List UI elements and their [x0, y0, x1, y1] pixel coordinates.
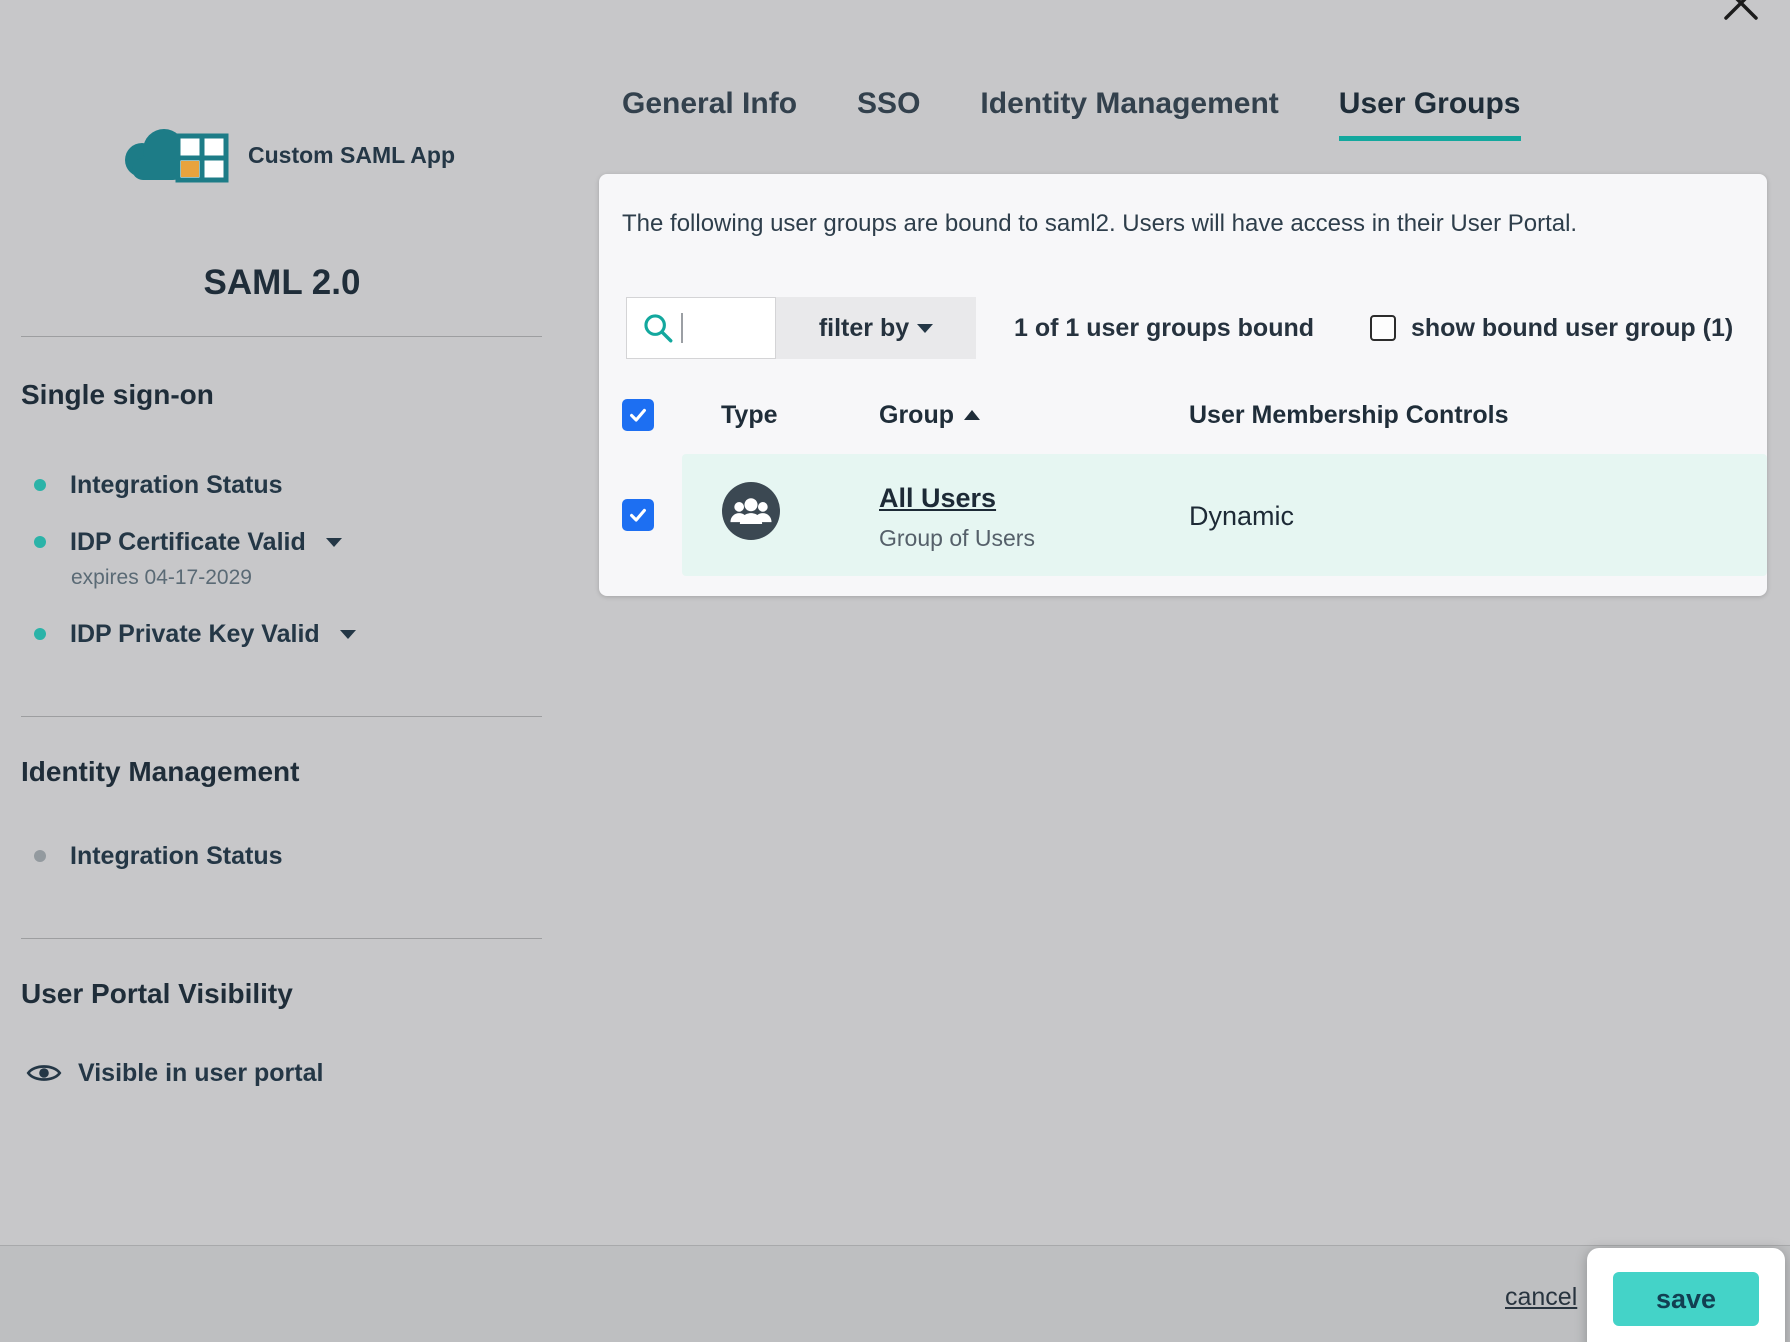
check-icon [627, 504, 649, 526]
tab-identity-management[interactable]: Identity Management [980, 86, 1278, 141]
filter-by-button[interactable]: filter by [776, 297, 976, 359]
sidebar-divider [21, 938, 542, 939]
show-bound-label: show bound user group (1) [1411, 313, 1733, 343]
custom-saml-app-logo-icon [116, 124, 238, 188]
chevron-down-icon[interactable] [340, 630, 356, 639]
search-box[interactable] [626, 297, 776, 359]
save-button-card: save [1587, 1248, 1785, 1342]
close-icon[interactable] [1718, 0, 1764, 26]
eye-icon [26, 1060, 62, 1086]
section-title-single-sign-on: Single sign-on [21, 378, 214, 412]
idp-certificate-valid[interactable]: IDP Certificate Valid [34, 527, 342, 557]
tab-user-groups[interactable]: User Groups [1339, 86, 1521, 141]
search-input[interactable] [683, 308, 763, 348]
show-bound-filter: show bound user group (1) [1370, 297, 1733, 359]
user-groups-panel: The following user groups are bound to s… [599, 174, 1767, 596]
detail-tabs: General Info SSO Identity Management Use… [622, 86, 1521, 141]
idm-integration-status: Integration Status [34, 841, 283, 871]
table-header: Type Group User Membership Controls [599, 398, 1767, 432]
saml-app-modal: Custom SAML App SAML 2.0 Single sign-on … [0, 0, 1790, 1342]
status-ok-dot [34, 479, 46, 491]
certificate-expiry-note: expires 04-17-2029 [71, 565, 252, 590]
status-ok-dot [34, 536, 46, 548]
chevron-down-icon [917, 324, 933, 333]
status-ok-dot [34, 628, 46, 640]
section-title-user-portal-visibility: User Portal Visibility [21, 977, 293, 1011]
show-bound-checkbox[interactable] [1370, 315, 1396, 341]
row-checkbox[interactable] [622, 499, 654, 531]
table-row[interactable]: All Users Group of Users Dynamic [599, 454, 1767, 576]
tab-sso[interactable]: SSO [857, 86, 920, 141]
status-inactive-dot [34, 850, 46, 862]
idp-private-key-valid[interactable]: IDP Private Key Valid [34, 619, 356, 649]
cancel-link[interactable]: cancel [1505, 1282, 1577, 1312]
chevron-down-icon[interactable] [326, 538, 342, 547]
check-icon [627, 404, 649, 426]
select-all-checkbox[interactable] [622, 399, 654, 431]
column-header-group[interactable]: Group [879, 398, 980, 432]
sidebar-divider [21, 716, 542, 717]
column-header-membership-controls[interactable]: User Membership Controls [1189, 398, 1509, 432]
sidebar-divider [21, 336, 542, 337]
app-name: Custom SAML App [248, 142, 455, 170]
protocol-title: SAML 2.0 [0, 262, 564, 304]
membership-type: Dynamic [1189, 500, 1294, 532]
search-icon [641, 311, 675, 345]
visible-in-user-portal: Visible in user portal [26, 1058, 323, 1088]
group-subtitle: Group of Users [879, 525, 1035, 553]
section-title-identity-management: Identity Management [21, 755, 299, 789]
bound-summary: 1 of 1 user groups bound [1014, 297, 1314, 359]
tab-general-info[interactable]: General Info [622, 86, 797, 141]
save-button[interactable]: save [1613, 1272, 1759, 1326]
panel-description: The following user groups are bound to s… [622, 210, 1577, 239]
group-search-control: filter by [626, 297, 976, 359]
sso-integration-status: Integration Status [34, 470, 283, 500]
app-logo: Custom SAML App [116, 124, 455, 188]
user-group-avatar-icon [722, 482, 780, 540]
group-name-link[interactable]: All Users [879, 482, 996, 514]
column-header-type[interactable]: Type [721, 398, 778, 432]
sort-asc-icon [964, 410, 980, 420]
